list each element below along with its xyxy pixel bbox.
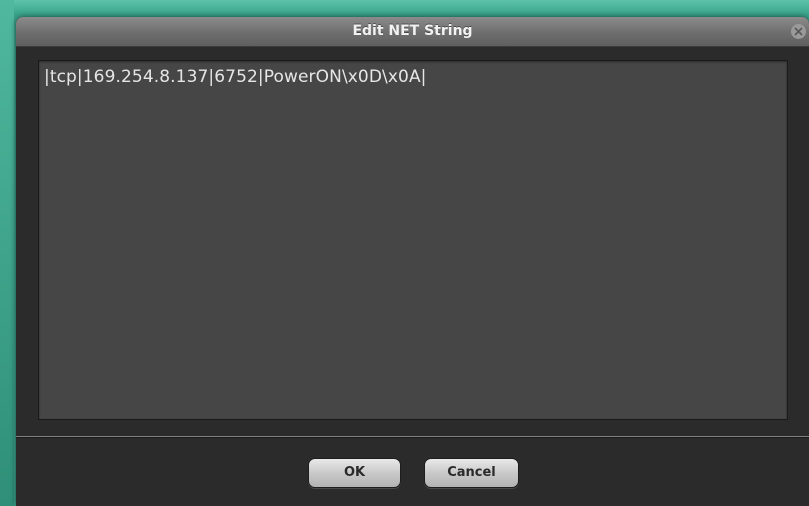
net-string-textarea[interactable]: |tcp|169.254.8.137|6752|PowerON\x0D\x0A| [38, 60, 788, 420]
close-icon[interactable] [791, 24, 806, 39]
edit-net-string-dialog: Edit NET String |tcp|169.254.8.137|6752|… [16, 17, 809, 506]
background-window-top [0, 0, 809, 14]
cancel-button[interactable]: Cancel [424, 458, 519, 488]
net-string-value: |tcp|169.254.8.137|6752|PowerON\x0D\x0A| [44, 67, 427, 87]
ok-button[interactable]: OK [308, 458, 401, 488]
footer-divider-shadow [16, 437, 809, 438]
dialog-titlebar[interactable]: Edit NET String [16, 17, 809, 47]
dialog-title: Edit NET String [352, 23, 473, 39]
background-window-edge [0, 0, 14, 506]
